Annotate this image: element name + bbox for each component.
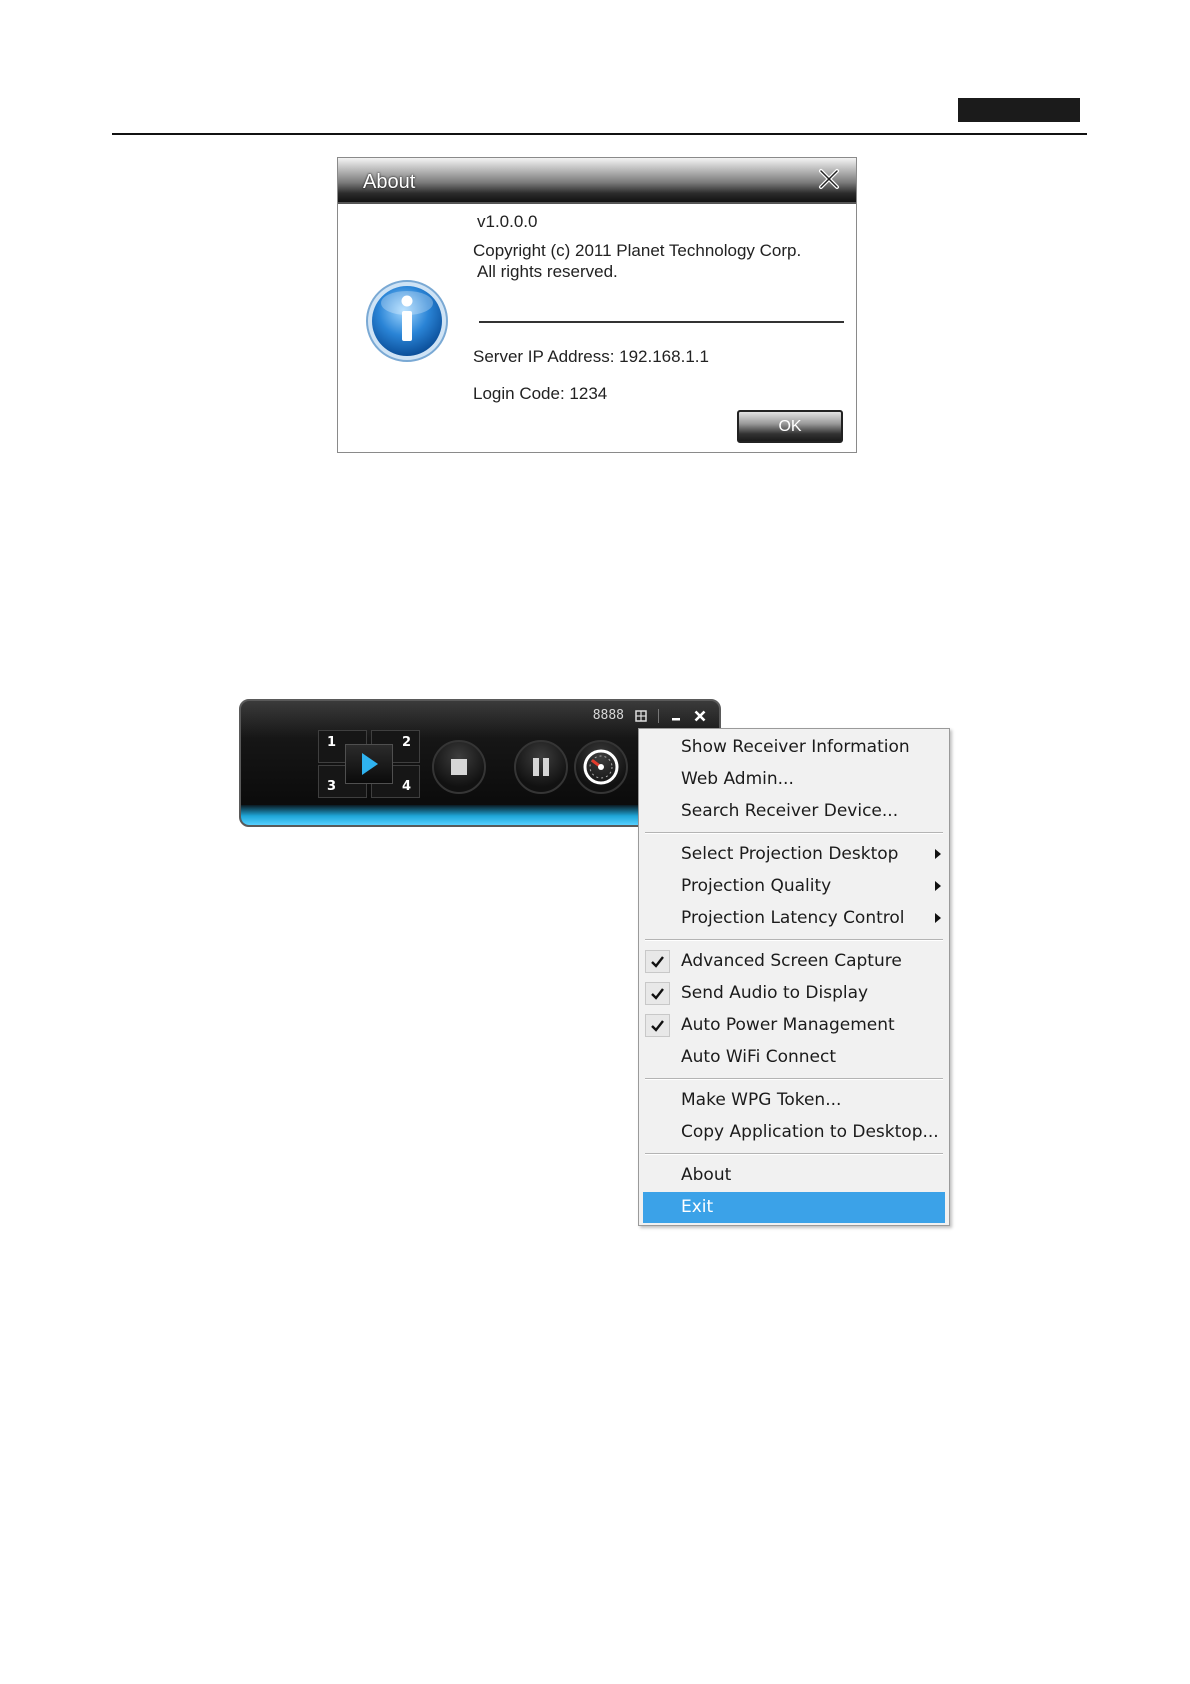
- menu-item-auto-wifi-connect[interactable]: Auto WiFi Connect: [643, 1042, 945, 1073]
- close-icon[interactable]: [818, 168, 840, 190]
- grid-icon[interactable]: [634, 709, 648, 723]
- menu-item-send-audio-to-display[interactable]: Send Audio to Display: [643, 978, 945, 1009]
- menu-item-web-admin[interactable]: Web Admin...: [643, 764, 945, 795]
- checkmark-icon: [651, 988, 664, 1000]
- context-menu: Show Receiver Information Web Admin... S…: [638, 728, 950, 1226]
- checkmark-box: [645, 950, 670, 973]
- submenu-arrow-icon: [935, 849, 941, 859]
- menu-item-make-wpg-token[interactable]: Make WPG Token...: [643, 1085, 945, 1116]
- rights-text: All rights reserved.: [477, 262, 618, 281]
- status-divider: [658, 708, 659, 723]
- checkmark-box: [645, 982, 670, 1005]
- header-tab: [958, 98, 1080, 122]
- menu-item-select-projection-desktop[interactable]: Select Projection Desktop: [643, 839, 945, 870]
- menu-item-auto-power-management[interactable]: Auto Power Management: [643, 1010, 945, 1041]
- menu-separator: [645, 832, 943, 834]
- about-titlebar[interactable]: About: [338, 158, 856, 204]
- login-code-text: Login Code: 1234: [473, 384, 608, 403]
- latency-button[interactable]: [574, 740, 628, 794]
- about-dialog: About v1.0.0.0 Copyright (c) 2011 Planet…: [337, 157, 857, 453]
- pause-button[interactable]: [514, 740, 568, 794]
- play-icon: [362, 753, 378, 775]
- menu-separator: [645, 939, 943, 941]
- copyright-text: Copyright (c) 2011 Planet Technology Cor…: [473, 241, 802, 260]
- close-icon[interactable]: [693, 709, 707, 723]
- menu-item-copy-application-to-desktop[interactable]: Copy Application to Desktop...: [643, 1117, 945, 1148]
- info-icon: [366, 280, 448, 362]
- quadrant-selector: 1 2 3 4: [318, 730, 420, 798]
- menu-separator: [645, 1078, 943, 1080]
- menu-item-show-receiver-information[interactable]: Show Receiver Information: [643, 732, 945, 763]
- checkmark-box: [645, 1014, 670, 1037]
- checkmark-icon: [651, 956, 664, 968]
- checkmark-icon: [651, 1020, 664, 1032]
- menu-item-projection-quality[interactable]: Projection Quality: [643, 871, 945, 902]
- menu-separator: [645, 1153, 943, 1155]
- submenu-arrow-icon: [935, 881, 941, 891]
- code-display: 8888: [592, 708, 624, 723]
- server-ip-text: Server IP Address: 192.168.1.1: [473, 347, 709, 366]
- version-text: v1.0.0.0: [477, 212, 538, 231]
- submenu-arrow-icon: [935, 913, 941, 923]
- player-status-bar: 8888: [593, 708, 707, 723]
- menu-item-advanced-screen-capture[interactable]: Advanced Screen Capture: [643, 946, 945, 977]
- ok-button[interactable]: OK: [737, 410, 843, 443]
- minimize-icon[interactable]: [669, 709, 683, 723]
- menu-item-about[interactable]: About: [643, 1160, 945, 1191]
- play-button[interactable]: [345, 744, 393, 784]
- divider: [479, 321, 844, 323]
- pause-icon: [533, 758, 549, 776]
- menu-item-exit[interactable]: Exit: [643, 1192, 945, 1223]
- header-rule: [112, 133, 1087, 135]
- stop-icon: [451, 759, 467, 775]
- about-title: About: [363, 171, 416, 193]
- stop-button[interactable]: [432, 740, 486, 794]
- menu-item-projection-latency-control[interactable]: Projection Latency Control: [643, 903, 945, 934]
- gauge-icon: [583, 749, 619, 785]
- menu-item-search-receiver-device[interactable]: Search Receiver Device...: [643, 796, 945, 827]
